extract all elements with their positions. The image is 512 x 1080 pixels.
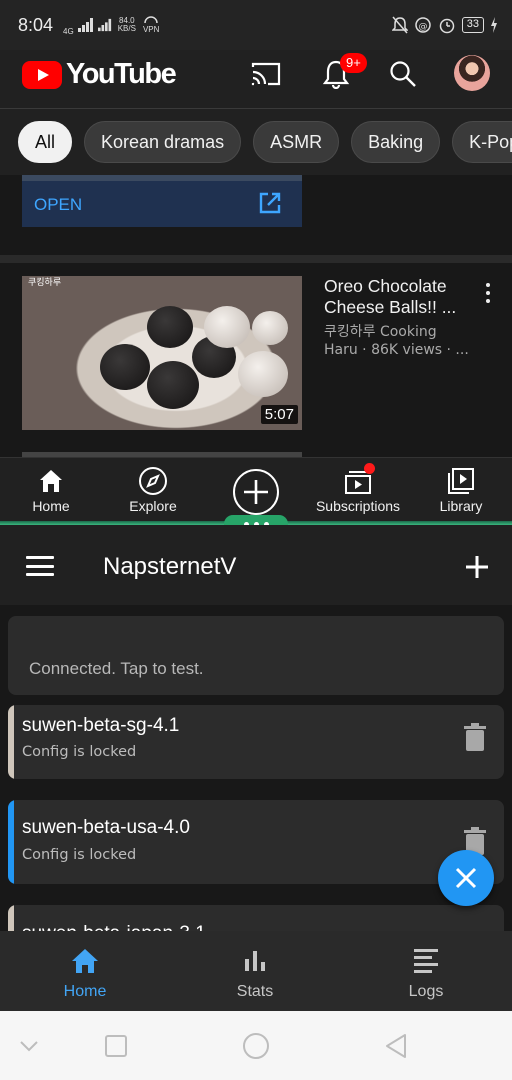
chip-asmr[interactable]: ASMR [253,121,340,163]
nav-library-label: Library [439,498,483,514]
nav-home-label: Home [63,983,107,1000]
app-title: NapsternetV [103,553,237,580]
thumbnail-cheese-ball [238,351,288,397]
connection-status-text: Connected. Tap to test. [29,659,204,678]
data-saver-icon: @ [415,17,431,33]
youtube-logo[interactable]: YouTube [22,58,177,91]
feed-separator [0,255,512,263]
add-config-plus-icon[interactable] [462,552,492,582]
external-link-icon [259,192,281,214]
config-name: suwen-beta-usa-4.0 [22,817,190,838]
delete-trash-icon[interactable] [464,723,486,751]
signal-icon [77,18,93,32]
stats-bar-chart-icon [245,951,265,971]
close-icon [455,867,477,889]
search-icon[interactable] [385,56,421,92]
config-subtitle: Config is locked [22,847,137,863]
config-item[interactable]: suwen-beta-sg-4.1 Config is locked [8,705,504,779]
status-time: 8:04 [18,14,54,35]
config-item[interactable]: suwen-beta-usa-4.0 Config is locked [8,800,504,884]
ad-thumbnail-edge [22,175,302,181]
video-thumbnail[interactable]: 쿠킹하루 5:07 [22,276,302,430]
youtube-wordmark: YouTube [66,58,177,90]
youtube-bottom-nav: Home Explore Subscriptions Library [0,457,512,521]
create-plus-button[interactable] [233,469,279,515]
config-name: suwen-beta-sg-4.1 [22,715,180,736]
topic-chips-bar: All Korean dramas ASMR Baking K-Pop [0,109,512,175]
hide-nav-chevron-icon[interactable] [14,1031,44,1061]
thumbnail-channel-logo: 쿠킹하루 [28,278,62,288]
battery-level: 33 [461,17,484,33]
menu-hamburger-icon[interactable] [26,556,54,576]
back-triangle-icon[interactable] [381,1031,411,1061]
napsternet-content: Connected. Tap to test. suwen-beta-sg-4.… [0,605,512,931]
nav-library[interactable]: Library [411,466,511,514]
thumbnail-cheese-ball [252,311,288,345]
youtube-feed: OPEN 쿠킹하루 5:07 Oreo Chocolate Cheese Bal… [0,175,512,457]
mute-bell-icon [391,16,408,34]
nav-subscriptions[interactable]: Subscriptions [308,466,408,514]
thumbnail-oreo-ball [147,306,193,348]
network-type: 4G [63,27,74,36]
home-icon [40,470,62,492]
alarm-icon [439,18,454,34]
ad-open-button[interactable]: OPEN [34,195,82,215]
vpn-icon [144,16,158,24]
config-subtitle: Config is locked [22,744,137,760]
nav-home-label: Home [32,498,70,514]
config-name: suwen-beta-japan-3.1 [22,923,206,931]
explore-compass-icon [139,467,167,495]
video-metadata: 쿠킹하루 Cooking Haru · 86K views · ... [324,324,469,358]
chip-korean-dramas[interactable]: Korean dramas [84,121,242,163]
youtube-header: YouTube 9+ [0,50,512,108]
more-options-icon[interactable] [478,281,498,305]
library-icon [448,468,474,494]
signal-icon-2 [97,18,111,32]
nav-stats[interactable]: Stats [195,945,315,1001]
nav-stats-label: Stats [236,983,274,1000]
nav-logs-label: Logs [408,983,444,1000]
subscriptions-new-dot [364,463,375,474]
nav-subscriptions-label: Subscriptions [315,498,401,514]
nav-logs[interactable]: Logs [366,945,486,1001]
home-circle-icon[interactable] [241,1031,271,1061]
logs-lines-icon [414,949,438,973]
thumbnail-cheese-ball [204,306,250,348]
nav-explore[interactable]: Explore [103,466,203,514]
plus-icon [244,480,268,504]
recents-square-icon[interactable] [101,1031,131,1061]
vpn-label: VPN [142,25,160,34]
thumbnail-oreo-ball [100,344,150,390]
config-status-bar [8,905,14,931]
config-selected-bar [8,800,14,884]
chip-kpop[interactable]: K-Pop [452,121,512,163]
notification-badge: 9+ [340,53,367,73]
network-speed: 84.0 KB/S [118,17,136,33]
network-speed-unit: KB/S [117,24,136,33]
vpn-indicator: VPN [143,16,159,34]
config-item[interactable]: suwen-beta-japan-3.1 [8,905,504,931]
nav-napsternet-home[interactable]: Home [25,945,145,1001]
nav-explore-label: Explore [129,498,177,514]
thumbnail-oreo-ball [147,361,199,409]
chip-all[interactable]: All [18,121,73,163]
ad-card[interactable]: OPEN [22,175,302,227]
home-icon [72,949,98,973]
charging-icon [491,17,497,33]
chip-baking[interactable]: Baking [351,121,441,163]
napsternet-bottom-nav: Home Stats Logs [0,931,512,1011]
video-title[interactable]: Oreo Chocolate Cheese Balls!! ... [324,276,474,318]
system-navigation-bar [0,1011,512,1080]
video-duration: 5:07 [260,405,298,424]
napsternet-app-bar: NapsternetV [0,525,512,605]
connection-status-card[interactable]: Connected. Tap to test. [8,616,504,695]
youtube-play-icon [22,60,62,89]
svg-text:@: @ [418,22,427,32]
status-bar: 8:04 4G 84.0 KB/S VPN @ 33 [0,0,512,50]
nav-home[interactable]: Home [1,466,101,514]
account-avatar[interactable] [454,55,490,91]
disconnect-fab-button[interactable] [438,850,494,906]
cast-icon[interactable] [248,56,284,92]
config-status-bar [8,705,14,779]
